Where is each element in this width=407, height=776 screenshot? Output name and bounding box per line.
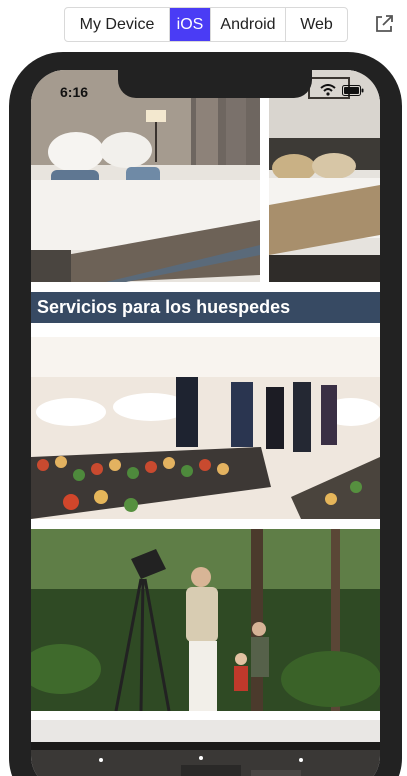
platform-toggle: My Device iOS Android Web	[64, 7, 348, 42]
hotel-room-image-1[interactable]	[31, 70, 260, 282]
birdwatching-image[interactable]	[31, 529, 380, 711]
status-icons	[320, 84, 364, 96]
tab-ios[interactable]: iOS	[170, 8, 211, 41]
phone-screen: 6:16 Servicios para los huespedes	[31, 70, 380, 776]
phone-notch	[118, 70, 312, 98]
hotel-room-image-2[interactable]	[269, 70, 380, 282]
gym-image[interactable]	[31, 720, 380, 776]
tab-android[interactable]: Android	[211, 8, 286, 41]
tab-web[interactable]: Web	[286, 8, 347, 41]
wifi-icon	[320, 84, 336, 96]
status-time: 6:16	[60, 84, 89, 100]
event-catering-image[interactable]	[31, 337, 380, 519]
section-title: Servicios para los huespedes	[31, 292, 380, 323]
external-link-icon[interactable]	[372, 12, 396, 36]
tab-my-device[interactable]: My Device	[65, 8, 170, 41]
phone-frame: 6:16 Servicios para los huespedes	[9, 52, 402, 776]
battery-icon	[342, 84, 364, 96]
